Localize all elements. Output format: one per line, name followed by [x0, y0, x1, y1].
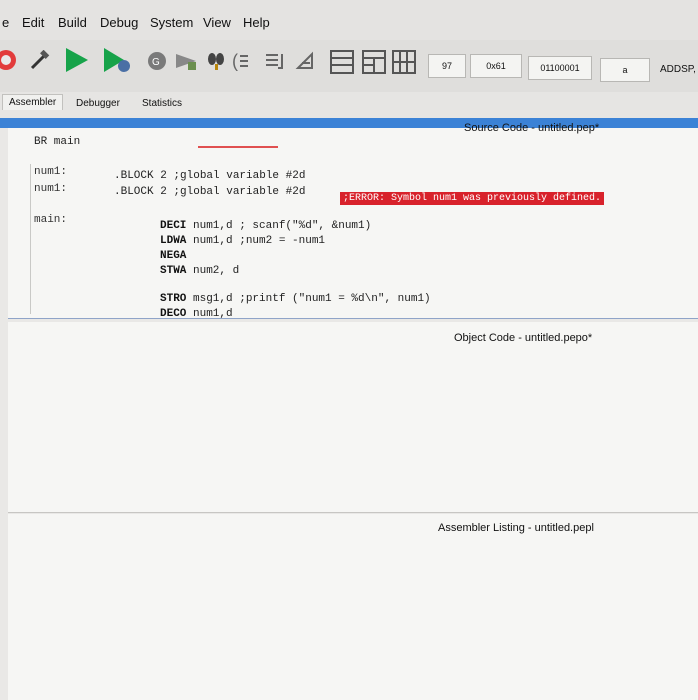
debug-run-icon[interactable]	[102, 46, 132, 79]
menu-view[interactable]: View	[203, 15, 231, 30]
assembler-listing-title: Assembler Listing - untitled.pepl	[438, 522, 594, 534]
layout-code-icon[interactable]	[330, 50, 354, 79]
tab-debugger[interactable]: Debugger	[76, 98, 120, 109]
op-nega: NEGA	[160, 250, 187, 262]
object-divider[interactable]	[8, 512, 698, 513]
menu-help[interactable]: Help	[243, 15, 270, 30]
mnemonic-readout: ADDSP,	[660, 64, 696, 75]
op-ldwa: LDWA	[160, 235, 187, 247]
svg-text:(: (	[232, 51, 238, 71]
step-into-icon[interactable]: (	[232, 50, 254, 77]
object-code-title: Object Code - untitled.pepo*	[454, 332, 593, 344]
op-deci: DECI	[160, 220, 187, 232]
menu-system[interactable]: System	[150, 15, 193, 30]
layout-cpu-icon[interactable]	[362, 50, 386, 79]
layout-memory-icon[interactable]	[392, 50, 416, 79]
label-num1-dup: num1:	[34, 183, 68, 195]
step-over-icon[interactable]	[262, 50, 284, 77]
stop-icon[interactable]	[0, 48, 18, 77]
label-main: main:	[34, 214, 68, 226]
code-line-2: .BLOCK 2 ;global variable #2d	[114, 186, 306, 198]
error-message: ;ERROR: Symbol num1 was previously defin…	[340, 192, 605, 205]
ascii-field[interactable]: a	[600, 58, 650, 82]
code-stro: STRO msg1,d ;printf ("num1 = %d\n", num1…	[160, 293, 431, 305]
breakpoint-icon[interactable]	[206, 50, 226, 77]
run-icon[interactable]	[64, 46, 90, 79]
assembler-listing-pane[interactable]: Assembler Listing - untitled.pepl	[8, 514, 698, 700]
cursor-underline	[198, 146, 278, 148]
decimal-field[interactable]: 97	[428, 54, 466, 78]
code-deci: DECI num1,d ; scanf("%d", &num1)	[160, 220, 371, 232]
arg-stwa: num2, d	[186, 265, 240, 277]
code-nega: NEGA	[160, 250, 186, 262]
arg-stro: msg1,d ;printf ("num1 = %d\n", num1)	[186, 293, 431, 305]
op-stwa: STWA	[160, 265, 187, 277]
code-stwa: STWA num2, d	[160, 265, 239, 277]
menu-edit[interactable]: Edit	[22, 15, 44, 30]
arg-deci: num1,d ; scanf("%d", &num1)	[186, 220, 372, 232]
step-out-icon[interactable]	[294, 50, 316, 77]
object-code-pane[interactable]: Object Code - untitled.pepo*	[8, 322, 698, 512]
tab-bar: Assembler Debugger Statistics	[0, 92, 698, 118]
gutter-line	[30, 164, 31, 314]
tab-statistics[interactable]: Statistics	[142, 98, 182, 109]
tab-assembler[interactable]: Assembler	[2, 94, 64, 110]
binary-field[interactable]: 01100001	[528, 56, 592, 80]
op-stro: STRO	[160, 293, 187, 305]
debug-load-icon[interactable]	[174, 50, 198, 77]
arg-ldwa: num1,d ;num2 = -num1	[186, 235, 326, 247]
menu-file[interactable]: e	[2, 15, 9, 30]
hex-field[interactable]: 0x61	[470, 54, 522, 78]
code-ldwa: LDWA num1,d ;num2 = -num1	[160, 235, 325, 247]
toolbar: G ( 97 0x61 01100001 a ADDSP,	[0, 40, 698, 92]
svg-text:G: G	[152, 57, 160, 68]
menu-bar: e Edit Build Debug System View Help	[0, 0, 698, 40]
label-num1: num1:	[34, 166, 68, 178]
code-line-1: .BLOCK 2 ;global variable #2d	[114, 170, 306, 182]
menu-build[interactable]: Build	[58, 15, 87, 30]
start-debugging-icon[interactable]: G	[146, 50, 168, 77]
build-hammer-icon[interactable]	[28, 49, 50, 77]
source-line-br: BR main	[34, 136, 81, 148]
menu-debug[interactable]: Debug	[100, 15, 138, 30]
source-divider[interactable]	[8, 318, 698, 319]
source-code-title: Source Code - untitled.pep*	[464, 122, 600, 134]
source-code-pane[interactable]: Source Code - untitled.pep* BR main num1…	[8, 122, 698, 320]
